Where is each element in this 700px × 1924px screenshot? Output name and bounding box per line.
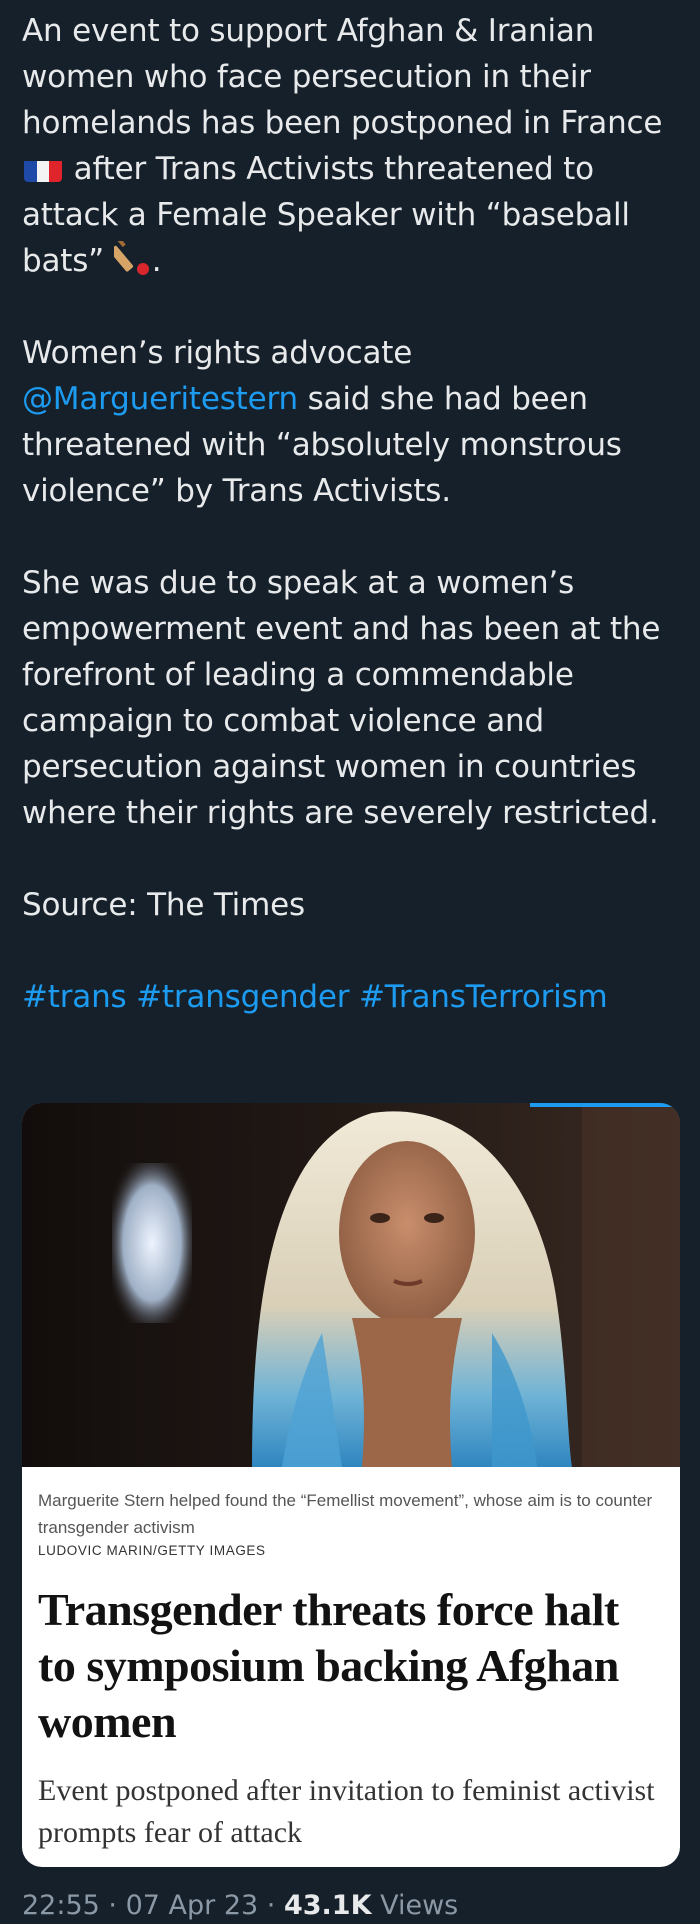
article-card-body: Marguerite Stern helped found the “Femel… [22,1467,680,1854]
tweet-text: Women’s rights advocate [22,335,413,371]
tweet-paragraph-1: An event to support Afghan & Iranian wom… [22,8,678,284]
media-card[interactable]: Marguerite Stern helped found the “Femel… [22,1103,680,1867]
separator: · [266,1890,276,1921]
views-count: 43.1K [283,1890,372,1921]
views-label: Views [380,1890,459,1921]
tweet-source: Source: The Times [22,887,305,923]
tweet-text: An event to support Afghan & Iranian wom… [22,13,663,141]
hashtag-row: #trans #transgender #TransTerrorism [22,974,678,1020]
tweet-text: . [151,243,162,279]
article-photo[interactable] [22,1103,680,1467]
tweet-metadata: 22:55 · 07 Apr 23 · 43.1K Views [22,1890,458,1921]
cricket-bat-icon [109,235,152,277]
hashtag-link[interactable]: #TransTerrorism [359,979,608,1015]
tweet-paragraph-2: Women’s rights advocate @Margueritestern… [22,330,678,514]
hashtag-link[interactable]: #transgender [136,979,349,1015]
article-headline: Transgender threats force halt to sympos… [38,1584,619,1747]
tweet-body: An event to support Afghan & Iranian wom… [22,8,678,1020]
tweet-paragraph-3: She was due to speak at a women’s empowe… [22,565,661,831]
flag-france-icon [24,155,62,182]
photo-caption: Marguerite Stern helped found the “Femel… [38,1491,653,1537]
tweet-time[interactable]: 22:55 [22,1890,100,1921]
separator: · [108,1890,117,1921]
mention-link[interactable]: @Margueritestern [22,381,298,417]
tweet-date[interactable]: 07 Apr 23 [126,1890,259,1921]
hashtag-link[interactable]: #trans [22,979,127,1015]
portrait-image [22,1103,680,1467]
article-standfirst: Event postponed after invitation to femi… [38,1774,655,1849]
photo-credit: LUDOVIC MARIN/GETTY IMAGES [38,1543,266,1558]
